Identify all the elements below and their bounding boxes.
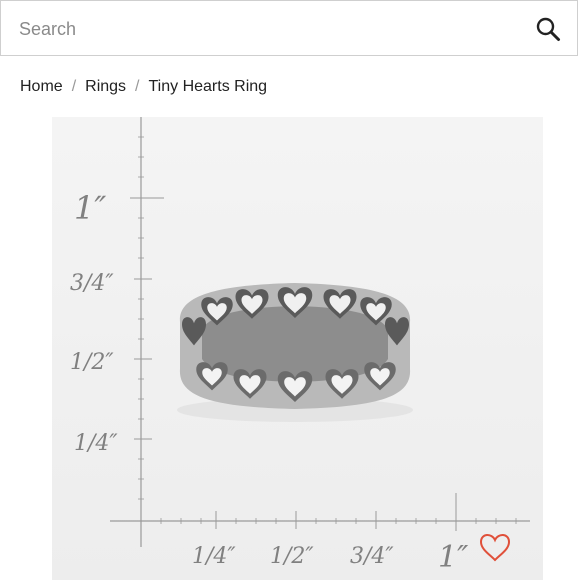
breadcrumb-home[interactable]: Home <box>20 78 63 96</box>
search-input[interactable] <box>1 1 521 57</box>
search-bar <box>0 0 578 57</box>
search-icon <box>536 17 560 41</box>
scale-label-1-2in: 1/2″ <box>70 350 114 375</box>
product-image[interactable]: 1″ 3/4″ 1/2″ 1/4″ 1/4″ 1/2″ 3/4″ 1″ <box>52 117 543 580</box>
breadcrumb-current: Tiny Hearts Ring <box>148 78 268 95</box>
scale-label-x-3-4in: 3/4″ <box>350 544 394 569</box>
scale-label-x-1-2in: 1/2″ <box>270 544 314 569</box>
breadcrumb-separator: / <box>135 78 140 95</box>
ring-photo: 1″ 3/4″ 1/2″ 1/4″ 1/4″ 1/2″ 3/4″ 1″ <box>70 117 530 575</box>
scale-label-1-4in: 1/4″ <box>74 431 118 456</box>
scale-label-3-4in: 3/4″ <box>70 271 114 296</box>
ring-image <box>177 283 413 422</box>
breadcrumb: Home / Rings / Tiny Hearts Ring <box>20 78 267 96</box>
breadcrumb-rings[interactable]: Rings <box>85 78 126 96</box>
scale-label-x-1in: 1″ <box>438 540 469 575</box>
scale-label-1in: 1″ <box>74 189 106 227</box>
breadcrumb-separator: / <box>71 78 77 95</box>
scale-label-x-1-4in: 1/4″ <box>192 544 236 569</box>
search-button[interactable] <box>533 14 563 44</box>
like-button[interactable] <box>478 532 512 562</box>
heart-outline-icon <box>479 534 511 562</box>
